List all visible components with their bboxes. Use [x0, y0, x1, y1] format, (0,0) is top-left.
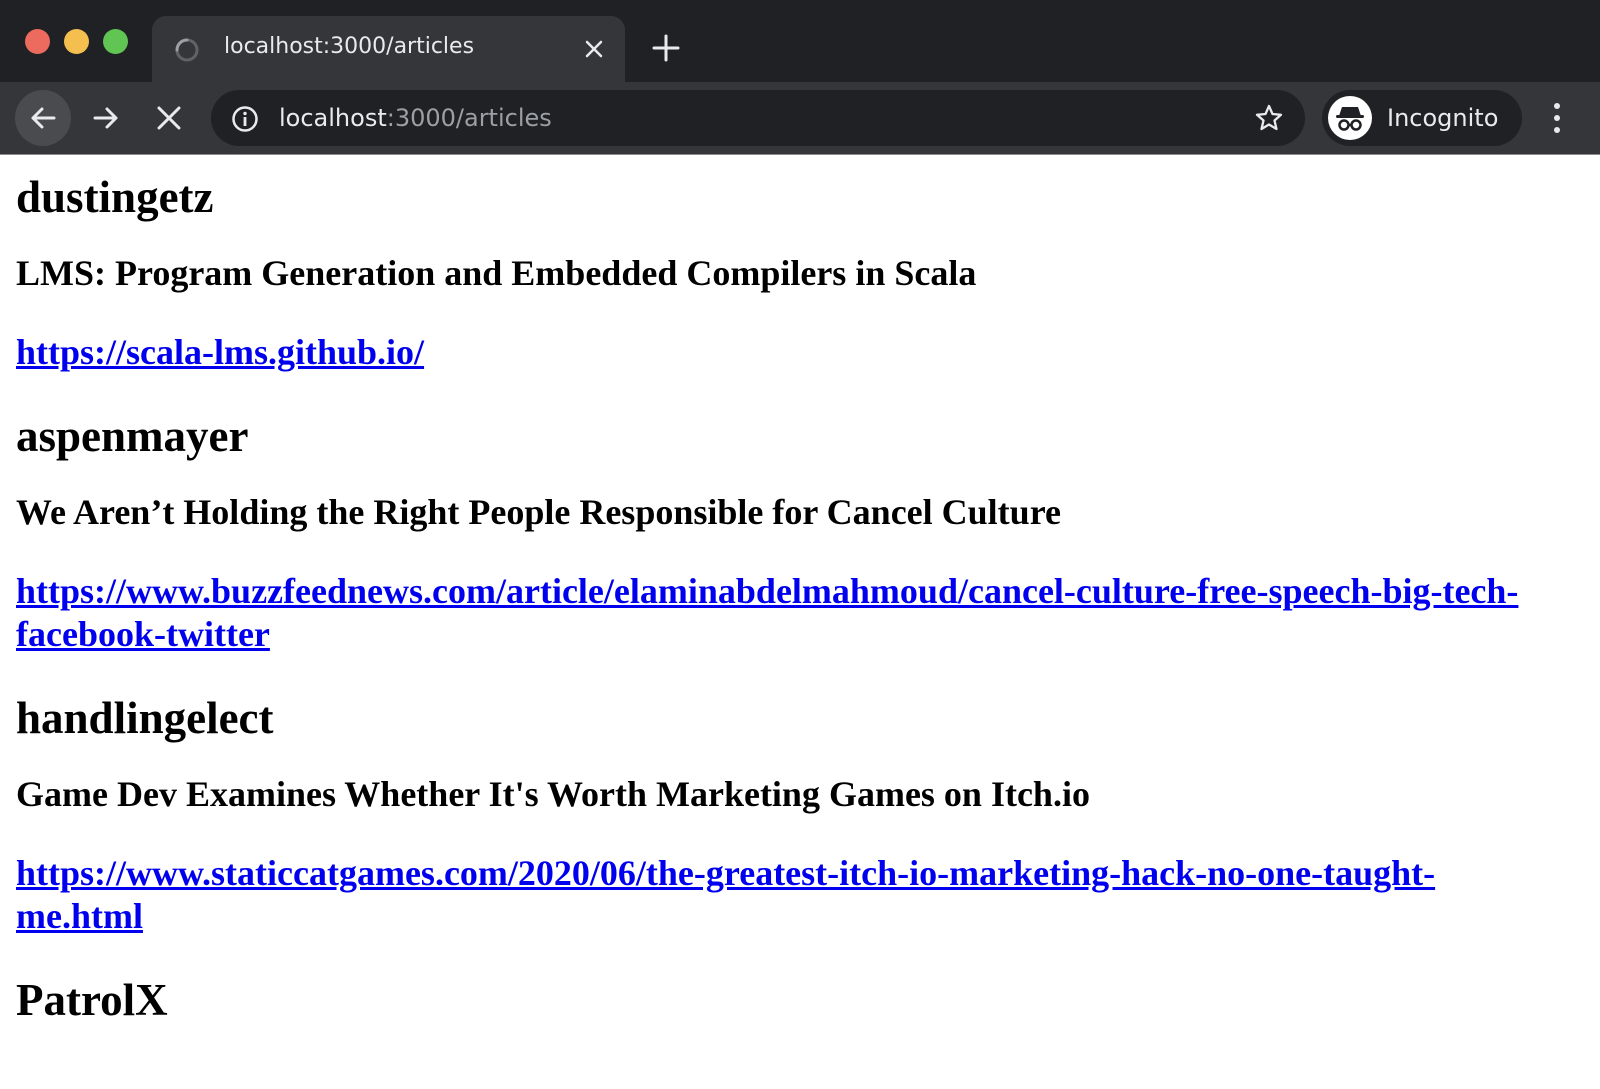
new-tab-icon[interactable]	[650, 32, 682, 64]
bookmark-star-icon[interactable]	[1254, 103, 1284, 133]
loading-spinner-icon	[175, 38, 199, 62]
forward-button[interactable]	[78, 90, 134, 146]
stop-loading-button[interactable]	[141, 90, 197, 146]
incognito-icon	[1328, 96, 1372, 140]
profile-button[interactable]: Incognito	[1322, 90, 1522, 146]
close-icon	[157, 106, 181, 130]
profile-label: Incognito	[1387, 104, 1499, 132]
article-title: LMS: Program Generation and Embedded Com…	[16, 253, 977, 293]
article-item: PatrolX	[16, 974, 1568, 1026]
more-menu-icon[interactable]	[1542, 96, 1572, 140]
tab-close-icon[interactable]	[580, 35, 608, 63]
article-author: aspenmayer	[16, 411, 249, 461]
article-author: PatrolX	[16, 975, 168, 1025]
url-host: localhost	[279, 104, 387, 132]
article-link[interactable]: https://scala-lms.github.io/	[16, 331, 1556, 374]
browser-window: localhost:3000/articles localhost:3000/a…	[0, 0, 1600, 1089]
article-author: dustingetz	[16, 172, 214, 222]
tab-strip: localhost:3000/articles	[0, 0, 1600, 82]
back-button[interactable]	[15, 90, 71, 146]
article-item: handlingelect Game Dev Examines Whether …	[16, 692, 1568, 938]
url-path: :3000/articles	[386, 104, 552, 132]
tab-active[interactable]: localhost:3000/articles	[152, 16, 625, 82]
tab-title: localhost:3000/articles	[224, 34, 475, 59]
article-item: aspenmayer We Aren’t Holding the Right P…	[16, 410, 1568, 656]
article-title: We Aren’t Holding the Right People Respo…	[16, 492, 1062, 532]
browser-toolbar: localhost:3000/articles Incognito	[0, 82, 1600, 154]
article-list: dustingetz LMS: Program Generation and E…	[0, 171, 1584, 1026]
info-icon[interactable]	[231, 105, 259, 133]
article-author: handlingelect	[16, 693, 274, 743]
page-viewport: dustingetz LMS: Program Generation and E…	[0, 155, 1600, 1089]
article-link[interactable]: https://www.staticcatgames.com/2020/06/t…	[16, 852, 1556, 938]
window-close-button[interactable]	[25, 29, 50, 54]
arrow-right-icon	[93, 107, 118, 129]
article-title: Game Dev Examines Whether It's Worth Mar…	[16, 774, 1090, 814]
url-text[interactable]: localhost:3000/articles	[279, 104, 552, 132]
window-maximize-button[interactable]	[103, 29, 128, 54]
address-bar[interactable]: localhost:3000/articles	[211, 90, 1305, 146]
article-link[interactable]: https://www.buzzfeednews.com/article/ela…	[16, 570, 1556, 656]
arrow-left-icon	[31, 107, 56, 129]
window-minimize-button[interactable]	[64, 29, 89, 54]
article-item: dustingetz LMS: Program Generation and E…	[16, 171, 1568, 374]
